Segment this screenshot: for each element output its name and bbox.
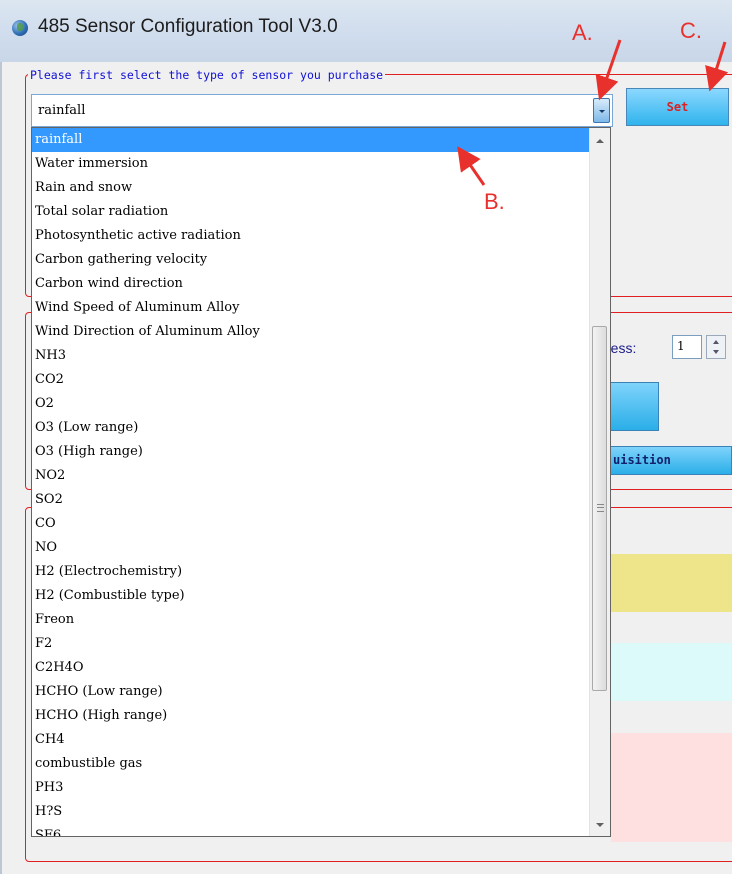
arrow-b (457, 146, 486, 186)
arrow-c (705, 41, 729, 92)
arrow-a (595, 39, 622, 101)
annotation-arrows (457, 39, 729, 186)
